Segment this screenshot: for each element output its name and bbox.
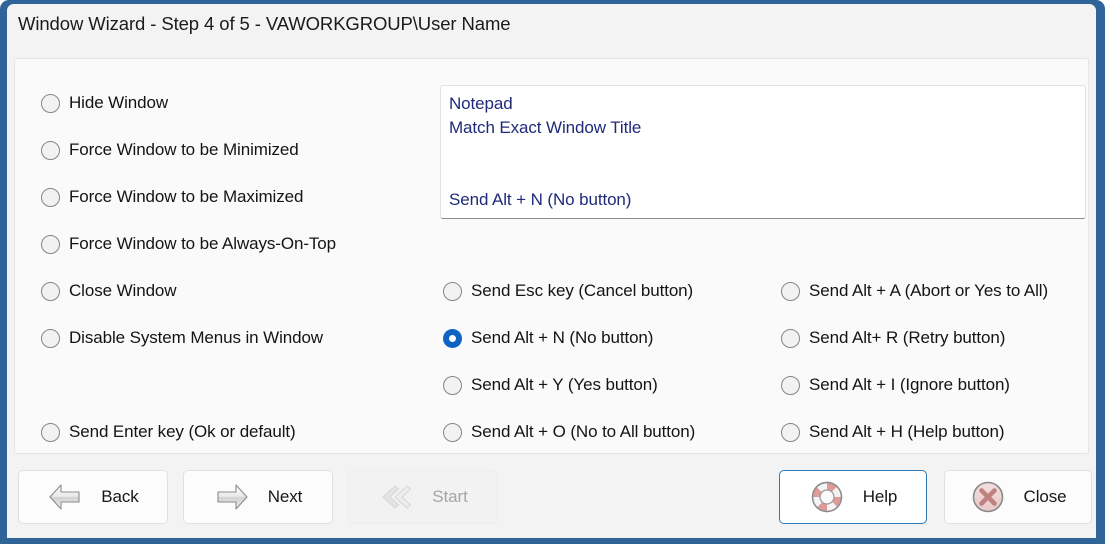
radio-mark-icon (41, 422, 60, 442)
radio-mark-icon (781, 422, 800, 442)
radio-send-alt-h[interactable]: Send Alt + H (Help button) (781, 421, 1004, 443)
radio-mark-icon (443, 281, 462, 301)
radio-label: Send Enter key (Ok or default) (69, 422, 296, 441)
content-panel: Notepad Match Exact Window Title Send Al… (14, 58, 1089, 454)
arrow-right-icon (214, 479, 250, 515)
radio-disable-system-menus[interactable]: Disable System Menus in Window (41, 327, 323, 349)
radio-force-minimized[interactable]: Force Window to be Minimized (41, 139, 299, 161)
radio-label: Send Alt + N (No button) (471, 328, 654, 347)
radio-label: Force Window to be Always-On-Top (69, 234, 337, 253)
radio-mark-icon (443, 375, 462, 395)
radio-send-alt-r[interactable]: Send Alt+ R (Retry button) (781, 327, 1005, 349)
radio-mark-icon (41, 234, 60, 254)
radio-send-alt-o[interactable]: Send Alt + O (No to All button) (443, 421, 695, 443)
radio-mark-icon (41, 187, 60, 207)
radio-force-maximized[interactable]: Force Window to be Maximized (41, 186, 303, 208)
radio-label: Send Alt + Y (Yes button) (471, 375, 658, 394)
radio-mark-icon (41, 281, 60, 301)
start-button-label: Start (432, 487, 468, 506)
radio-mark-icon (781, 281, 800, 301)
radio-mark-icon (443, 422, 462, 442)
title-bar: Window Wizard - Step 4 of 5 - VAWORKGROU… (7, 4, 1096, 50)
summary-textbox[interactable]: Notepad Match Exact Window Title Send Al… (440, 85, 1086, 219)
radio-label: Close Window (69, 281, 177, 300)
next-button[interactable]: Next (183, 470, 333, 524)
lifebuoy-icon (809, 479, 845, 515)
divider (7, 460, 1096, 461)
radio-send-enter-key[interactable]: Send Enter key (Ok or default) (41, 421, 296, 443)
radio-send-esc-key[interactable]: Send Esc key (Cancel button) (443, 280, 693, 302)
radio-send-alt-i[interactable]: Send Alt + I (Ignore button) (781, 374, 1010, 396)
radio-label: Send Alt + O (No to All button) (471, 422, 696, 441)
radio-label: Send Alt+ R (Retry button) (809, 328, 1006, 347)
radio-label: Send Alt + I (Ignore button) (809, 375, 1010, 394)
radio-send-alt-y[interactable]: Send Alt + Y (Yes button) (443, 374, 658, 396)
radio-label: Send Alt + A (Abort or Yes to All) (809, 281, 1049, 300)
window-title: Window Wizard - Step 4 of 5 - VAWORKGROU… (18, 13, 511, 34)
radio-mark-icon (781, 328, 800, 348)
radio-mark-icon (781, 375, 800, 395)
radio-hide-window[interactable]: Hide Window (41, 92, 168, 114)
summary-line-2: Match Exact Window Title (449, 118, 642, 137)
wizard-window: Window Wizard - Step 4 of 5 - VAWORKGROU… (0, 0, 1105, 544)
radio-label: Hide Window (69, 93, 169, 112)
help-button-label: Help (862, 487, 898, 506)
radio-mark-selected-icon (443, 328, 462, 348)
arrow-left-icon (47, 479, 83, 515)
radio-force-always-on-top[interactable]: Force Window to be Always-On-Top (41, 233, 336, 255)
radio-mark-icon (41, 93, 60, 113)
radio-label: Force Window to be Minimized (69, 140, 299, 159)
next-button-label: Next (267, 487, 303, 506)
radio-send-alt-a[interactable]: Send Alt + A (Abort or Yes to All) (781, 280, 1048, 302)
summary-line-4: Send Alt + N (No button) (449, 190, 632, 209)
summary-line-3 (449, 140, 1077, 164)
close-button-label: Close (1023, 487, 1067, 506)
summary-line-1: Notepad (449, 94, 513, 113)
start-button[interactable]: Start (348, 470, 498, 524)
radio-label: Force Window to be Maximized (69, 187, 304, 206)
button-bar: Back Next Start Help Close (7, 460, 1096, 538)
radio-send-alt-n[interactable]: Send Alt + N (No button) (443, 327, 653, 349)
radio-label: Send Esc key (Cancel button) (471, 281, 694, 300)
back-button-label: Back (101, 487, 139, 506)
radio-close-window[interactable]: Close Window (41, 280, 177, 302)
close-circle-icon (970, 479, 1006, 515)
window-inner: Window Wizard - Step 4 of 5 - VAWORKGROU… (7, 4, 1096, 538)
summary-line-spacer (449, 164, 1077, 188)
double-chevron-left-icon (378, 479, 414, 515)
radio-label: Send Alt + H (Help button) (809, 422, 1005, 441)
radio-mark-icon (41, 140, 60, 160)
help-button[interactable]: Help (779, 470, 927, 524)
radio-label: Disable System Menus in Window (69, 328, 323, 347)
back-button[interactable]: Back (18, 470, 168, 524)
close-button[interactable]: Close (944, 470, 1092, 524)
radio-mark-icon (41, 328, 60, 348)
